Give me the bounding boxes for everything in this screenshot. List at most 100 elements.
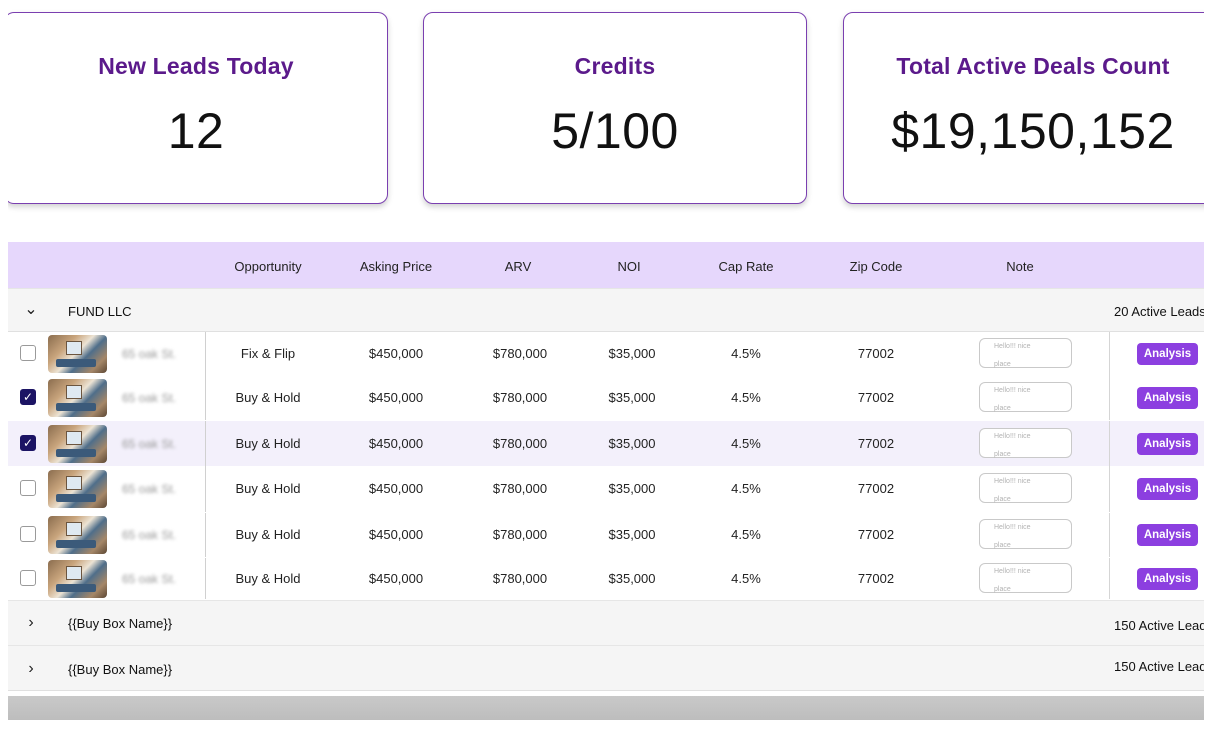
row-checkbox[interactable] bbox=[20, 480, 36, 496]
cap-rate-cell: 4.5% bbox=[731, 481, 761, 496]
note-placeholder-line1: Hello!!! nice bbox=[994, 343, 1031, 350]
table-row[interactable]: 65 oak St. Buy & Hold $450,000 $780,000 $35,… bbox=[8, 513, 1204, 557]
new-leads-card: New Leads Today 12 bbox=[8, 12, 388, 204]
bottom-shadow-bar bbox=[8, 696, 1204, 720]
table-row[interactable]: 65 oak St. Fix & Flip $450,000 $780,000 $35,… bbox=[8, 332, 1204, 376]
chevron-right-icon[interactable]: › bbox=[22, 614, 40, 632]
card-value: $19,150,152 bbox=[891, 103, 1175, 159]
table-row[interactable]: ✓ 65 oak St. Buy & Hold $450,000 $780,000 $35… bbox=[8, 421, 1204, 466]
row-checkbox[interactable] bbox=[20, 345, 36, 361]
column-header-cap-rate[interactable]: Cap Rate bbox=[706, 242, 786, 288]
asking-price-cell: $450,000 bbox=[368, 346, 424, 361]
table-row[interactable]: 65 oak St. Buy & Hold $450,000 $780,000 $35,… bbox=[8, 466, 1204, 512]
asking-price-cell: $450,000 bbox=[368, 481, 424, 496]
property-address: 65 oak St. bbox=[122, 347, 177, 361]
note-placeholder-line1: Hello!!! nice bbox=[994, 524, 1031, 531]
property-address: 65 oak St. bbox=[122, 482, 177, 496]
analysis-button[interactable]: Analysis bbox=[1137, 432, 1198, 455]
property-thumbnail[interactable] bbox=[48, 516, 107, 554]
group-row[interactable]: › {{Buy Box Name}} 150 Active Leads bbox=[8, 645, 1204, 691]
analysis-button[interactable]: Analysis bbox=[1137, 387, 1198, 409]
column-header-zip-code[interactable]: Zip Code bbox=[834, 242, 918, 288]
note-input[interactable]: Hello!!! nice place bbox=[979, 338, 1072, 368]
column-header-opportunity[interactable]: Opportunity bbox=[218, 242, 318, 288]
column-divider bbox=[205, 513, 206, 557]
analysis-button[interactable]: Analysis bbox=[1137, 478, 1198, 500]
column-divider bbox=[1109, 558, 1110, 599]
row-checkbox[interactable] bbox=[20, 526, 36, 542]
group-count: 150 Active Leads bbox=[1114, 618, 1204, 633]
column-header-arv[interactable]: ARV bbox=[478, 242, 558, 288]
property-address: 65 oak St. bbox=[122, 528, 177, 542]
zip-code-cell: 77002 bbox=[857, 481, 895, 496]
column-divider bbox=[205, 421, 206, 466]
noi-cell: $35,000 bbox=[608, 346, 656, 361]
chevron-down-icon[interactable]: ⌄ bbox=[22, 301, 40, 319]
card-value: 12 bbox=[167, 103, 225, 159]
cap-rate-cell: 4.5% bbox=[731, 570, 761, 586]
noi-cell: $35,000 bbox=[608, 481, 656, 496]
noi-cell: $35,000 bbox=[608, 527, 656, 542]
opportunity-cell: Buy & Hold bbox=[235, 390, 301, 405]
arv-cell: $780,000 bbox=[492, 390, 548, 405]
arv-cell: $780,000 bbox=[492, 481, 548, 496]
group-count: 20 Active Leads bbox=[1114, 304, 1204, 319]
note-input[interactable]: Hello!!! nice place bbox=[979, 427, 1072, 458]
note-placeholder-line2: place bbox=[994, 361, 1011, 368]
note-placeholder-line2: place bbox=[994, 542, 1011, 549]
note-input[interactable]: Hello!!! nice place bbox=[979, 519, 1072, 549]
total-active-deals-card: Total Active Deals Count $19,150,152 bbox=[843, 12, 1204, 204]
card-title: Total Active Deals Count bbox=[896, 53, 1170, 79]
row-checkbox[interactable] bbox=[20, 569, 36, 586]
note-input[interactable]: Hello!!! nice place bbox=[979, 382, 1072, 412]
note-placeholder-line1: Hello!!! nice bbox=[994, 567, 1031, 575]
cap-rate-cell: 4.5% bbox=[731, 390, 761, 405]
group-name: {{Buy Box Name}} bbox=[68, 616, 173, 631]
note-placeholder-line1: Hello!!! nice bbox=[994, 478, 1031, 485]
group-name: {{Buy Box Name}} bbox=[68, 662, 173, 677]
property-thumbnail[interactable] bbox=[48, 335, 107, 373]
check-icon: ✓ bbox=[22, 435, 34, 450]
note-input[interactable]: Hello!!! nice place bbox=[979, 473, 1072, 503]
note-placeholder-line2: place bbox=[994, 585, 1011, 593]
group-name: FUND LLC bbox=[68, 304, 132, 319]
column-divider bbox=[1109, 332, 1110, 376]
column-header-asking-price[interactable]: Asking Price bbox=[344, 242, 448, 288]
table-row[interactable]: ✓ 65 oak St. Buy & Hold $450,000 $780,000 $35… bbox=[8, 376, 1204, 420]
column-divider bbox=[1109, 466, 1110, 512]
analysis-button[interactable]: Analysis bbox=[1137, 343, 1198, 365]
cap-rate-cell: 4.5% bbox=[731, 435, 761, 451]
note-placeholder-line2: place bbox=[994, 405, 1011, 412]
note-input[interactable]: Hello!!! nice place bbox=[979, 562, 1072, 593]
opportunity-cell: Buy & Hold bbox=[235, 570, 301, 586]
property-thumbnail[interactable] bbox=[48, 559, 107, 598]
noi-cell: $35,000 bbox=[608, 570, 656, 586]
property-thumbnail[interactable] bbox=[48, 470, 107, 508]
property-thumbnail[interactable] bbox=[48, 424, 107, 463]
note-placeholder-line1: Hello!!! nice bbox=[994, 432, 1031, 440]
table-row[interactable]: 65 oak St. Buy & Hold $450,000 $780,000 $35,… bbox=[8, 558, 1204, 599]
arv-cell: $780,000 bbox=[492, 570, 548, 586]
noi-cell: $35,000 bbox=[608, 390, 656, 405]
property-address: 65 oak St. bbox=[122, 436, 177, 451]
column-divider bbox=[205, 558, 206, 599]
cap-rate-cell: 4.5% bbox=[731, 346, 761, 361]
row-checkbox[interactable]: ✓ bbox=[20, 389, 36, 405]
dashboard: New Leads Today 12 Credits 5/100 Total A… bbox=[8, 0, 1204, 720]
credits-card: Credits 5/100 bbox=[423, 12, 807, 204]
column-header-note[interactable]: Note bbox=[988, 242, 1052, 288]
asking-price-cell: $450,000 bbox=[368, 435, 424, 451]
chevron-right-icon[interactable]: › bbox=[22, 660, 40, 678]
card-value: 5/100 bbox=[551, 103, 679, 159]
analysis-button[interactable]: Analysis bbox=[1137, 524, 1198, 546]
analysis-button[interactable]: Analysis bbox=[1137, 567, 1198, 590]
opportunity-cell: Buy & Hold bbox=[235, 527, 301, 542]
row-checkbox[interactable]: ✓ bbox=[20, 434, 36, 451]
group-count: 150 Active Leads bbox=[1114, 659, 1204, 674]
check-icon: ✓ bbox=[22, 390, 34, 404]
property-thumbnail[interactable] bbox=[48, 379, 107, 417]
group-row[interactable]: › {{Buy Box Name}} 150 Active Leads bbox=[8, 600, 1204, 646]
column-header-noi[interactable]: NOI bbox=[592, 242, 666, 288]
group-row[interactable]: ⌄ FUND LLC 20 Active Leads bbox=[8, 288, 1204, 332]
column-divider bbox=[205, 332, 206, 376]
